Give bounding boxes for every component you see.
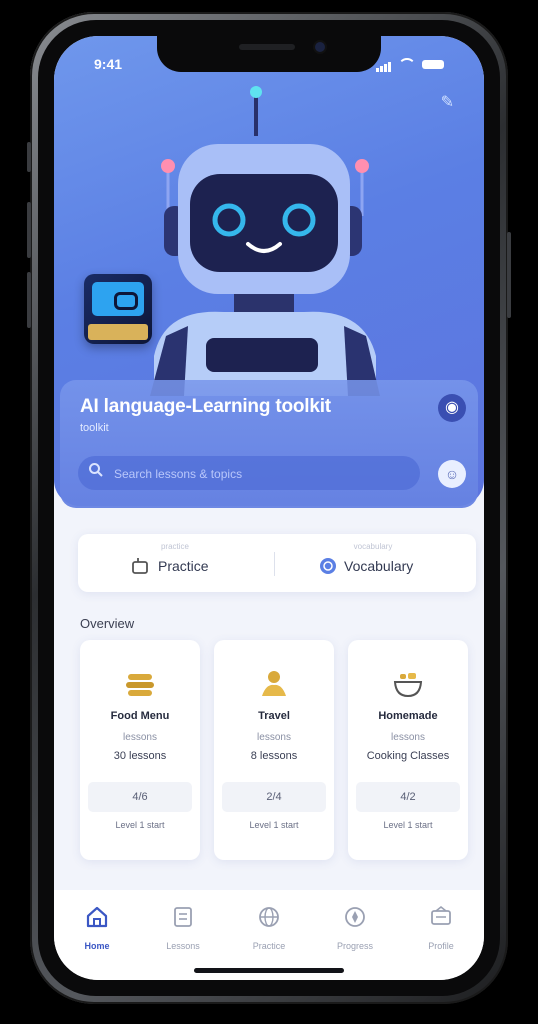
- card-footer: Level 1 start: [383, 820, 433, 830]
- globe-icon: [259, 907, 279, 927]
- card-progress: 4/2: [356, 782, 460, 812]
- card-progress: 2/4: [222, 782, 326, 812]
- compass-icon: [345, 907, 365, 927]
- card-footer: Level 1 start: [115, 820, 165, 830]
- app-logo: [84, 274, 152, 344]
- tab-practice[interactable]: practice Practice: [78, 534, 272, 592]
- page-subtitle: toolkit: [80, 422, 109, 434]
- nav-label: Practice: [252, 941, 286, 951]
- phone-frame: 9:41 ✎ AI language-Learning toolkit tool…: [27, 12, 511, 1004]
- search-icon: [89, 463, 103, 477]
- section-title: Overview: [80, 616, 135, 631]
- card-count: 30 lessons: [113, 750, 167, 762]
- book-globe-icon: [320, 558, 336, 574]
- hero-title-card: AI language-Learning toolkit toolkit ◉ ☺: [60, 380, 478, 508]
- mode-tabs: practice Practice vocabulary Vocabulary: [78, 534, 476, 592]
- tab-vocabulary[interactable]: vocabulary Vocabulary: [276, 534, 470, 592]
- card-title: Food Menu: [110, 710, 170, 722]
- page-title: AI language-Learning toolkit: [80, 396, 331, 417]
- bottom-nav: Home Lessons Practice Progress Profile: [54, 890, 484, 980]
- status-icons: [376, 56, 444, 72]
- hero-banner: 9:41 ✎ AI language-Learning toolkit tool…: [54, 36, 484, 508]
- screen: 9:41 ✎ AI language-Learning toolkit tool…: [54, 36, 484, 980]
- nav-profile[interactable]: Profile: [398, 904, 484, 951]
- lessons-icon: [174, 907, 192, 927]
- tab-caption: practice: [160, 542, 189, 551]
- signal-icon: [376, 56, 392, 72]
- tab-divider: [274, 552, 275, 576]
- avatar-button[interactable]: ☺: [438, 460, 466, 488]
- volume-up-button: [27, 202, 31, 258]
- tab-label: Vocabulary: [344, 558, 414, 574]
- home-icon: [86, 906, 108, 928]
- language-globe-button[interactable]: ◉: [438, 394, 466, 422]
- card-footer: Level 1 start: [249, 820, 299, 830]
- robot-mascot-illustration: [150, 86, 380, 396]
- travel-icon: [262, 671, 286, 696]
- lesson-card-travel[interactable]: Travel lessons 8 lessons 2/4 Level 1 sta…: [214, 640, 334, 860]
- card-meta: lessons: [391, 732, 425, 743]
- search-bar[interactable]: [78, 456, 420, 492]
- card-count: Cooking Classes: [366, 750, 450, 762]
- card-meta: lessons: [257, 732, 291, 743]
- nav-label: Lessons: [166, 941, 200, 951]
- nav-lessons[interactable]: Lessons: [140, 904, 226, 951]
- nav-label: Home: [84, 941, 110, 951]
- front-camera: [315, 42, 325, 52]
- speaker: [239, 44, 295, 50]
- bowl-icon: [393, 673, 423, 698]
- silent-switch: [27, 142, 31, 172]
- status-time: 9:41: [94, 56, 123, 72]
- lesson-card-food[interactable]: Food Menu lessons 30 lessons 4/6 Level 1…: [80, 640, 200, 860]
- globe-icon: ◉: [445, 399, 459, 416]
- user-avatar-icon: ☺: [444, 466, 460, 482]
- chat-icon: [132, 558, 148, 574]
- volume-down-button: [27, 272, 31, 328]
- search-input[interactable]: [112, 456, 406, 492]
- card-title: Travel: [258, 710, 290, 722]
- nav-label: Profile: [428, 941, 454, 951]
- battery-icon: [422, 59, 444, 69]
- tab-caption: vocabulary: [353, 542, 393, 551]
- lesson-card-homemade[interactable]: Homemade lessons Cooking Classes 4/2 Lev…: [348, 640, 468, 860]
- card-meta: lessons: [123, 732, 157, 743]
- card-count: 8 lessons: [250, 750, 298, 762]
- nav-progress[interactable]: Progress: [312, 904, 398, 951]
- dumpling-icon: [126, 674, 154, 696]
- home-indicator: [194, 968, 344, 973]
- nav-label: Progress: [336, 941, 373, 951]
- nav-practice[interactable]: Practice: [226, 904, 312, 951]
- nav-home[interactable]: Home: [54, 904, 140, 951]
- status-bar: 9:41: [94, 56, 444, 74]
- profile-icon: [431, 905, 451, 925]
- card-progress: 4/6: [88, 782, 192, 812]
- feather-icon: ✎: [440, 94, 454, 111]
- power-button: [507, 232, 511, 318]
- wifi-icon: [398, 58, 416, 70]
- card-title: Homemade: [378, 710, 438, 722]
- tab-label: Practice: [158, 558, 209, 574]
